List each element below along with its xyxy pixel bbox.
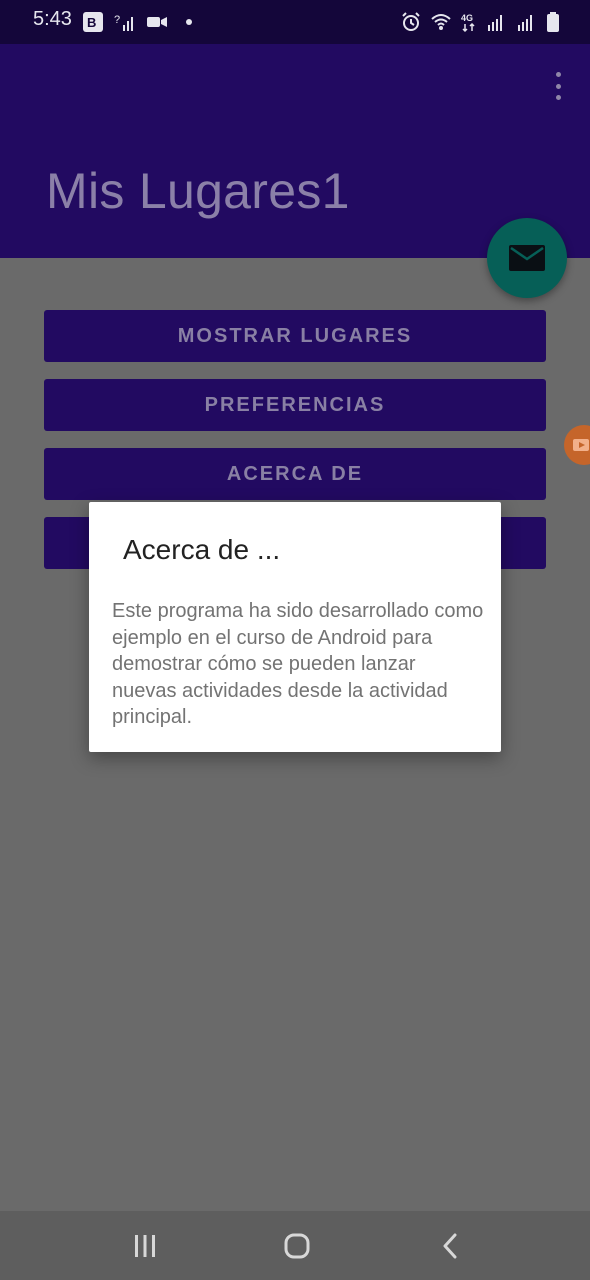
svg-text:?: ?: [114, 14, 120, 26]
acerca-de-button[interactable]: ACERCA DE: [44, 448, 546, 500]
home-icon: [284, 1233, 310, 1259]
about-dialog: Acerca de ... Este programa ha sido desa…: [89, 502, 501, 752]
status-time: 5:43: [33, 8, 72, 30]
status-right-icons: 4G: [400, 11, 560, 33]
signal-icon: [486, 11, 508, 33]
network-label: 4G: [461, 13, 473, 23]
battery-icon: [546, 11, 560, 33]
mostrar-lugares-button[interactable]: MOSTRAR LUGARES: [44, 310, 546, 362]
back-icon: [443, 1233, 457, 1259]
dialog-title: Acerca de ...: [123, 534, 281, 565]
home-button[interactable]: [282, 1231, 312, 1261]
b-app-icon: B: [82, 11, 104, 33]
preferencias-button[interactable]: PREFERENCIAS: [44, 379, 546, 431]
notification-dot-icon: [178, 11, 200, 33]
app-title: Mis Lugares1: [46, 163, 350, 219]
4g-icon: 4G: [460, 11, 478, 33]
more-vert-icon[interactable]: [546, 72, 570, 100]
status-left-icons: B ?: [82, 11, 200, 33]
alarm-icon: [400, 11, 422, 33]
no-signal-icon: ?: [114, 11, 136, 33]
navigation-bar: [0, 1211, 590, 1280]
email-fab-button[interactable]: [487, 218, 567, 298]
mail-icon: [509, 245, 545, 271]
recent-apps-button[interactable]: [130, 1231, 160, 1261]
recent-apps-icon: [135, 1235, 155, 1257]
video-call-icon: [146, 11, 168, 33]
signal-icon-2: [516, 11, 538, 33]
floating-video-bubble[interactable]: [564, 425, 590, 465]
dialog-message: Este programa ha sido desarrollado como …: [112, 600, 484, 728]
status-bar: 5:43 B ? 4G: [0, 0, 590, 44]
play-icon: [573, 439, 589, 451]
back-button[interactable]: [436, 1231, 466, 1261]
wifi-icon: [430, 11, 452, 33]
svg-text:B: B: [87, 15, 96, 30]
